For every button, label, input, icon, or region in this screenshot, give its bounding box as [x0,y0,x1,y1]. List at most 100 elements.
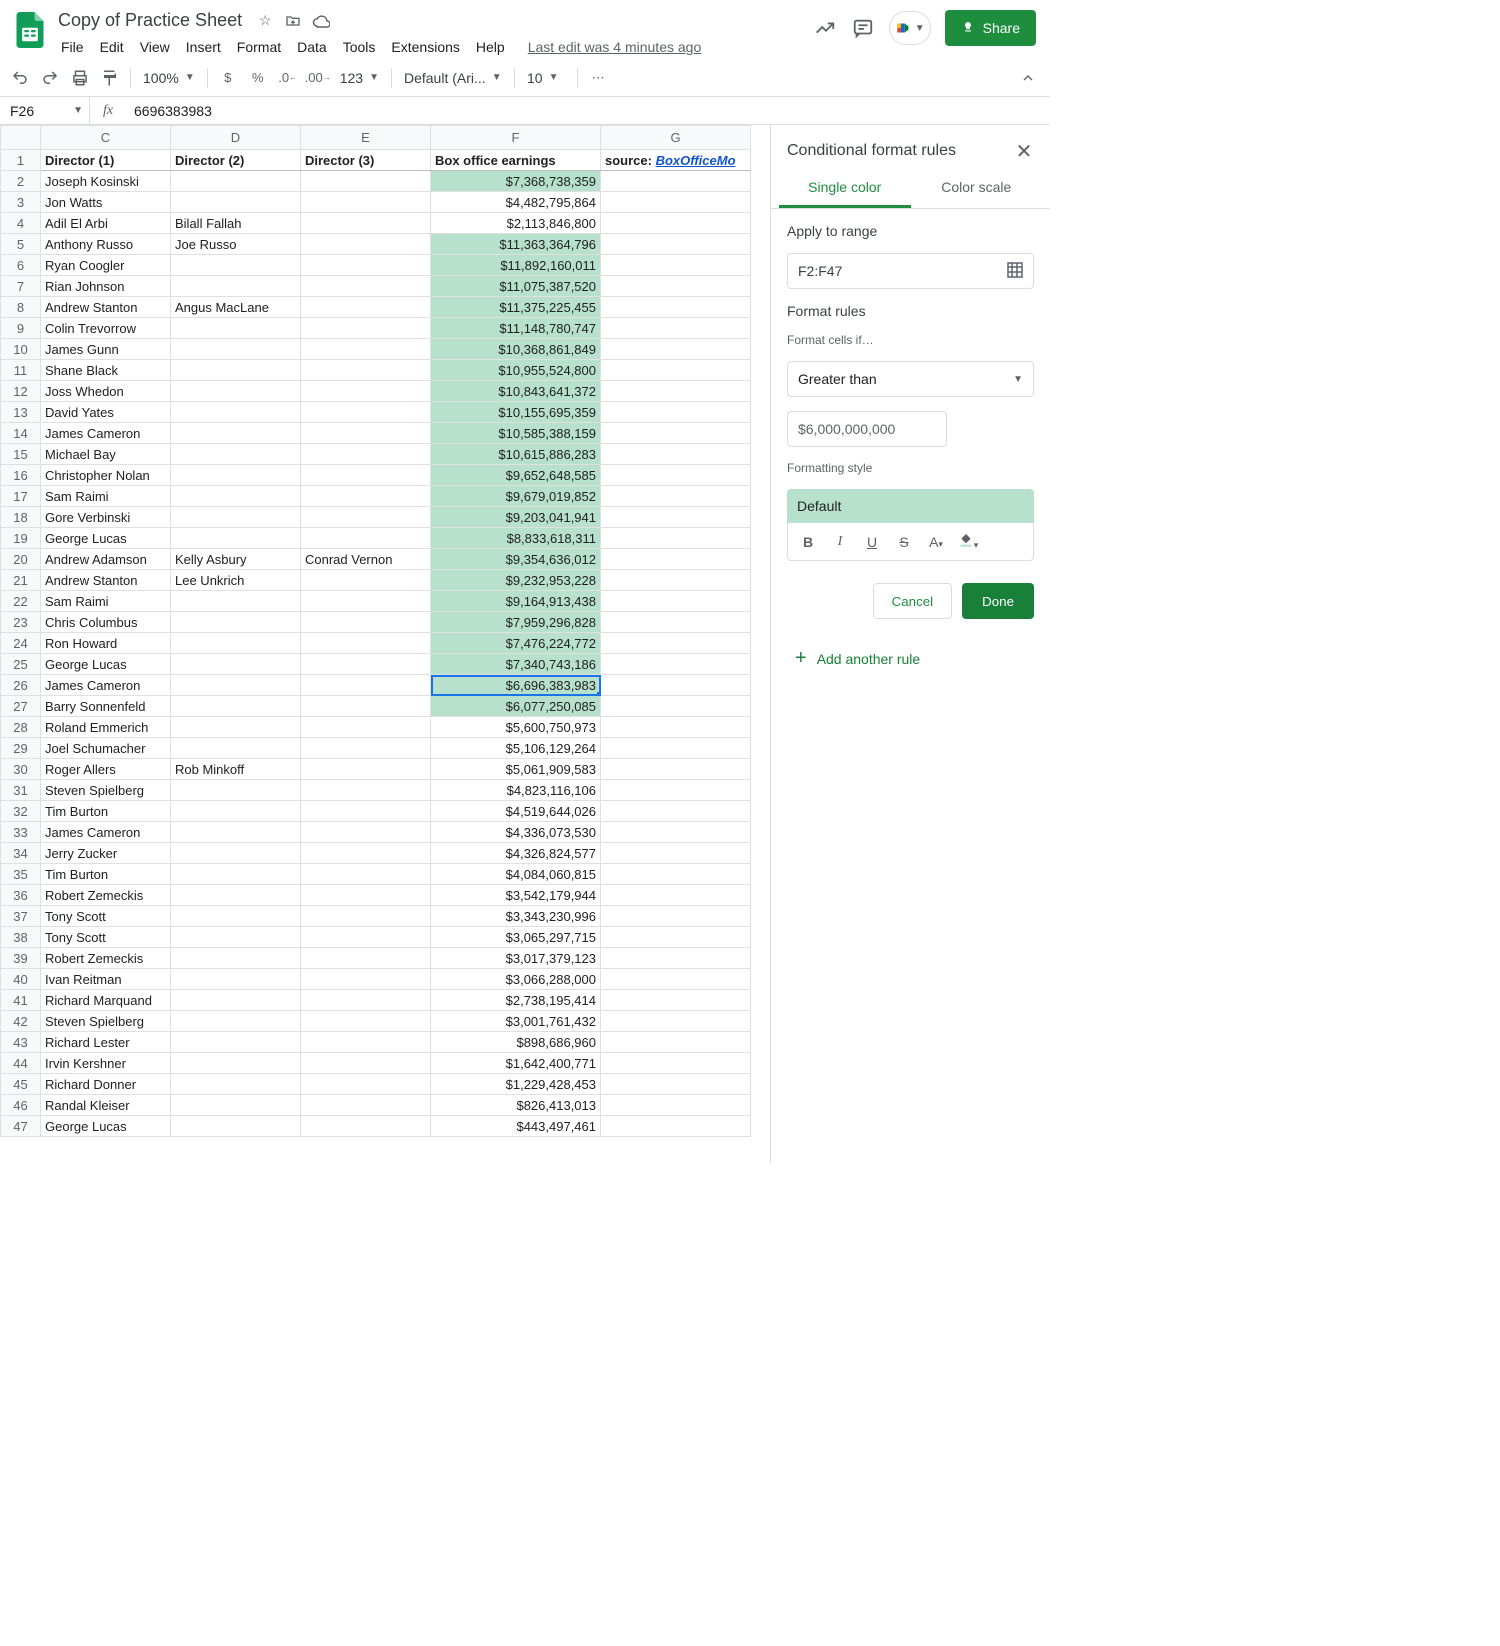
cell[interactable]: James Cameron [41,675,171,696]
meet-button[interactable]: ▼ [889,11,931,45]
cell[interactable]: Conrad Vernon [301,549,431,570]
cell[interactable]: Tim Burton [41,801,171,822]
cell[interactable] [301,633,431,654]
cell[interactable]: $9,652,648,585 [431,465,601,486]
cell[interactable] [171,612,301,633]
cell[interactable] [601,507,751,528]
cell[interactable] [601,297,751,318]
cell[interactable] [171,192,301,213]
cell[interactable]: $3,343,230,996 [431,906,601,927]
cell[interactable] [601,654,751,675]
cell[interactable] [601,1032,751,1053]
cell[interactable] [601,402,751,423]
row-header[interactable]: 20 [1,549,41,570]
row-header[interactable]: 28 [1,717,41,738]
cell[interactable]: $4,482,795,864 [431,192,601,213]
cell[interactable] [601,696,751,717]
col-header-C[interactable]: C [41,126,171,150]
cell[interactable]: $10,155,695,359 [431,402,601,423]
cell[interactable]: $4,823,116,106 [431,780,601,801]
cell[interactable] [301,381,431,402]
done-button[interactable]: Done [962,583,1034,619]
cell[interactable] [301,444,431,465]
cell[interactable]: Steven Spielberg [41,780,171,801]
cell[interactable]: Richard Lester [41,1032,171,1053]
menu-view[interactable]: View [133,35,177,59]
cell[interactable] [601,360,751,381]
cell[interactable]: $1,642,400,771 [431,1053,601,1074]
zoom-select[interactable]: 100%▼ [137,64,201,92]
cell[interactable] [171,843,301,864]
menu-extensions[interactable]: Extensions [384,35,466,59]
cell[interactable]: Anthony Russo [41,234,171,255]
menu-file[interactable]: File [54,35,91,59]
last-edit-link[interactable]: Last edit was 4 minutes ago [514,39,702,55]
cell[interactable] [601,612,751,633]
cell[interactable] [171,1074,301,1095]
cell[interactable] [171,591,301,612]
cell[interactable] [301,969,431,990]
cell[interactable] [301,738,431,759]
cell[interactable]: Joss Whedon [41,381,171,402]
cell[interactable] [301,1116,431,1137]
cell[interactable] [601,780,751,801]
cell[interactable]: Sam Raimi [41,591,171,612]
cell[interactable] [301,339,431,360]
cell[interactable] [601,738,751,759]
close-icon[interactable]: ✕ [1014,141,1034,161]
percent-icon[interactable]: % [244,64,272,92]
menu-insert[interactable]: Insert [179,35,228,59]
cell[interactable] [601,843,751,864]
font-size-select[interactable]: 10▼ [521,64,571,92]
row-header[interactable]: 36 [1,885,41,906]
formula-input[interactable]: 6696383983 [126,103,1050,119]
cell[interactable] [301,654,431,675]
cell[interactable]: Chris Columbus [41,612,171,633]
cell[interactable] [601,423,751,444]
cell[interactable] [301,1095,431,1116]
cell[interactable] [301,360,431,381]
cell[interactable] [601,318,751,339]
cell[interactable]: Gore Verbinski [41,507,171,528]
row-header[interactable]: 15 [1,444,41,465]
row-header[interactable]: 31 [1,780,41,801]
cell[interactable] [171,276,301,297]
row-header[interactable]: 8 [1,297,41,318]
row-header[interactable]: 5 [1,234,41,255]
more-toolbar-icon[interactable]: ⋯ [584,64,612,92]
cell[interactable] [301,1074,431,1095]
col-header-D[interactable]: D [171,126,301,150]
cell[interactable] [171,990,301,1011]
share-button[interactable]: Share [945,10,1036,46]
cell[interactable]: $10,843,641,372 [431,381,601,402]
cell[interactable]: $8,833,618,311 [431,528,601,549]
cell[interactable]: $10,955,524,800 [431,360,601,381]
cell[interactable] [171,1032,301,1053]
cell[interactable]: David Yates [41,402,171,423]
decrease-decimal-icon[interactable]: .0← [274,64,302,92]
cell[interactable] [601,1074,751,1095]
cell[interactable] [171,864,301,885]
cell[interactable]: $6,077,250,085 [431,696,601,717]
comments-icon[interactable] [851,16,875,40]
cell[interactable]: Rob Minkoff [171,759,301,780]
cell[interactable]: Rian Johnson [41,276,171,297]
row-header[interactable]: 24 [1,633,41,654]
row-header[interactable]: 42 [1,1011,41,1032]
cell[interactable]: $4,084,060,815 [431,864,601,885]
cell[interactable]: George Lucas [41,528,171,549]
cell[interactable] [301,171,431,192]
cell[interactable]: George Lucas [41,1116,171,1137]
row-header[interactable]: 34 [1,843,41,864]
cell[interactable]: Steven Spielberg [41,1011,171,1032]
increase-decimal-icon[interactable]: .00→ [304,64,332,92]
cell[interactable]: $11,148,780,747 [431,318,601,339]
cell[interactable] [301,717,431,738]
underline-icon[interactable]: U [860,534,884,550]
cell[interactable] [301,822,431,843]
cell[interactable]: Ryan Coogler [41,255,171,276]
cell[interactable]: George Lucas [41,654,171,675]
cloud-status-icon[interactable] [312,12,330,30]
cell[interactable] [171,1116,301,1137]
cell[interactable] [301,696,431,717]
